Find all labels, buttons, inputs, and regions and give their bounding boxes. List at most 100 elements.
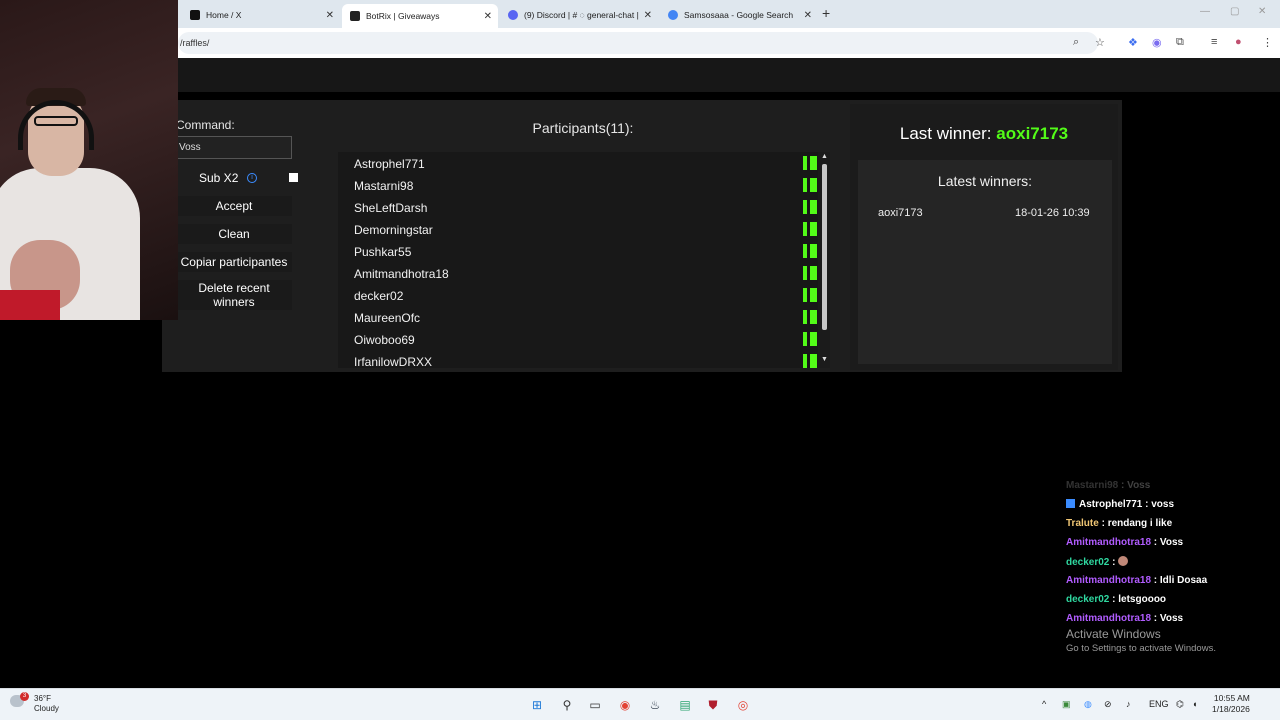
tray-muted-icon[interactable]: ⊘ xyxy=(1104,699,1112,710)
x-logo-icon xyxy=(190,10,200,20)
participant-row[interactable]: SheLeftDarsh xyxy=(354,197,817,219)
participant-row[interactable]: MaureenOfc xyxy=(354,307,817,329)
chat-username: Amitmandhotra18 xyxy=(1066,613,1152,624)
kick-icon xyxy=(803,178,817,192)
chat-text: Voss xyxy=(1127,480,1151,491)
extension-icon[interactable]: ❖ xyxy=(1128,36,1138,49)
tab-home-x[interactable]: Home / X ✕ xyxy=(182,4,340,26)
url-text: /raffles/ xyxy=(180,38,210,48)
kick-icon xyxy=(803,310,817,324)
chat-username: decker02 xyxy=(1066,594,1110,605)
chat-message: Tralute : rendang i like xyxy=(1066,518,1172,529)
maximize-icon[interactable]: ▢ xyxy=(1230,6,1239,17)
participant-row[interactable]: Amitmandhotra18 xyxy=(354,263,817,285)
notepad-icon[interactable]: ▤ xyxy=(676,696,694,714)
tab-botrix[interactable]: BotRix | Giveaways ✕ xyxy=(342,4,498,28)
language-indicator[interactable]: ENG xyxy=(1149,699,1169,709)
extensions-puzzle-icon[interactable]: ⧉ xyxy=(1176,36,1184,49)
volume-icon[interactable]: ◖ xyxy=(1192,699,1197,709)
address-bar-row: /raffles/ ⌕ ☆ ❖ ◉ ⧉ ≡ ● ⋮ xyxy=(0,28,1280,58)
steam-icon[interactable]: ♨ xyxy=(646,696,664,714)
clock-time: 10:55 AM xyxy=(1213,693,1250,703)
shield-app-icon[interactable]: ⛊ xyxy=(704,696,722,714)
chat-separator: : xyxy=(1109,557,1119,568)
weather-widget[interactable]: 36°F Cloudy xyxy=(22,694,59,714)
minimize-icon[interactable]: — xyxy=(1200,6,1210,17)
activate-windows-title: Activate Windows xyxy=(1066,627,1161,641)
clean-button[interactable]: Clean xyxy=(176,224,292,244)
participant-name: MaureenOfc xyxy=(354,311,421,325)
close-icon[interactable]: ✕ xyxy=(484,11,492,22)
system-clock[interactable]: 10:55 AM 1/18/2026 xyxy=(1212,693,1250,715)
tab-google[interactable]: Samsosaaa - Google Search ✕ xyxy=(660,4,818,26)
subscriber-badge-icon xyxy=(1066,499,1075,508)
windows-start-icon[interactable]: ⊞ xyxy=(528,696,546,714)
delete-recent-winners-button[interactable]: Delete recent winners xyxy=(176,280,292,310)
command-input[interactable]: Voss xyxy=(176,136,292,159)
participant-name: Astrophel771 xyxy=(354,157,425,171)
scroll-up-icon[interactable]: ▲ xyxy=(821,153,828,160)
tray-chevron-icon[interactable]: ^ xyxy=(1042,699,1046,709)
chat-username: decker02 xyxy=(1066,557,1110,568)
chrome-icon[interactable]: ◉ xyxy=(616,696,634,714)
tab-discord[interactable]: (9) Discord | # ◌ general-chat | ✕ xyxy=(500,4,658,26)
participant-name: Oiwoboo69 xyxy=(354,333,415,347)
tray-network-app-icon[interactable]: ◍ xyxy=(1084,699,1092,710)
scroll-down-icon[interactable]: ▼ xyxy=(821,356,828,363)
bookmark-star-icon[interactable]: ☆ xyxy=(1095,36,1105,49)
chat-text: letsgoooo xyxy=(1118,594,1167,605)
tab-title: Home / X xyxy=(206,10,242,20)
info-icon[interactable]: i xyxy=(247,173,257,183)
copy-participants-button[interactable]: Copiar participantes xyxy=(176,252,292,272)
wifi-icon[interactable]: ⌬ xyxy=(1176,699,1184,710)
chat-message: decker02 : xyxy=(1066,556,1129,568)
tab-title: BotRix | Giveaways xyxy=(366,11,440,21)
chat-message: Amitmandhotra18 : Voss xyxy=(1066,537,1183,548)
reading-list-icon[interactable]: ≡ xyxy=(1211,36,1217,48)
chrome-profile-icon[interactable]: ◎ xyxy=(734,696,752,714)
participant-row[interactable]: Oiwoboo69 xyxy=(354,329,817,351)
participant-row[interactable]: decker02 xyxy=(354,285,817,307)
close-window-icon[interactable]: ✕ xyxy=(1258,6,1266,17)
sub-x2-checkbox[interactable] xyxy=(289,173,298,182)
chat-text: Idli Dosaa xyxy=(1159,575,1208,586)
kick-icon xyxy=(803,200,817,214)
zoom-icon[interactable]: ⌕ xyxy=(1073,36,1079,49)
url-field[interactable]: /raffles/ xyxy=(178,32,1098,54)
profile-avatar-icon[interactable]: ● xyxy=(1235,36,1242,48)
new-tab-button[interactable]: + xyxy=(822,5,830,21)
participant-row[interactable]: Mastarni98 xyxy=(354,175,817,197)
participants-title: Participants(11): xyxy=(532,120,634,136)
participant-row[interactable]: Pushkar55 xyxy=(354,241,817,263)
menu-kebab-icon[interactable]: ⋮ xyxy=(1262,36,1273,49)
search-icon[interactable]: ⚲ xyxy=(558,696,576,714)
latest-winner-date: 18-01-26 10:39 xyxy=(1015,207,1090,219)
command-label: Command: xyxy=(176,118,235,132)
participant-row[interactable]: Astrophel771 xyxy=(354,153,817,175)
extension-icon[interactable]: ◉ xyxy=(1152,36,1162,49)
app-header xyxy=(0,58,1280,92)
chat-username: Amitmandhotra18 xyxy=(1066,537,1152,548)
accept-button[interactable]: Accept xyxy=(176,196,292,216)
participants-list[interactable]: Astrophel771 Mastarni98 SheLeftDarsh Demorn… xyxy=(338,152,818,368)
clock-date: 1/18/2026 xyxy=(1212,704,1250,714)
kick-icon xyxy=(803,266,817,280)
chat-separator: : xyxy=(1098,518,1108,529)
participant-row[interactable]: Demorningstar xyxy=(354,219,817,241)
latest-winners-title: Latest winners: xyxy=(937,173,1033,189)
google-icon xyxy=(668,10,678,20)
last-winner-heading: Last winner: aoxi7173 xyxy=(850,124,1118,144)
close-icon[interactable]: ✕ xyxy=(326,10,334,21)
webcam-red-object xyxy=(0,290,60,320)
chat-separator: : xyxy=(1118,480,1128,491)
close-icon[interactable]: ✕ xyxy=(804,10,812,21)
participant-row[interactable]: IrfanilowDRXX xyxy=(354,351,817,368)
task-view-icon[interactable]: ▭ xyxy=(586,696,604,714)
scrollbar-thumb[interactable] xyxy=(822,164,827,330)
participant-name: Mastarni98 xyxy=(354,179,414,193)
microphone-icon[interactable]: ♪ xyxy=(1126,699,1131,709)
close-icon[interactable]: ✕ xyxy=(644,10,652,21)
botrix-logo-icon xyxy=(350,11,360,21)
participant-name: SheLeftDarsh xyxy=(354,201,428,215)
tray-app-icon[interactable]: ▣ xyxy=(1062,699,1071,710)
